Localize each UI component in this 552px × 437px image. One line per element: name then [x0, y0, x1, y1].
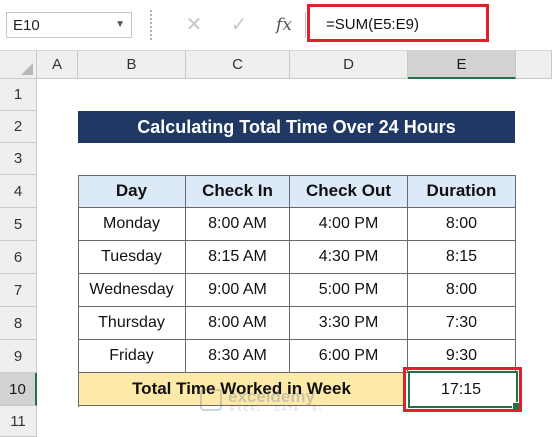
- row-header-9[interactable]: 9: [0, 340, 37, 373]
- row-header-4[interactable]: 4: [0, 175, 37, 208]
- watermark-name: exceldemy: [228, 387, 315, 406]
- cell-check-out[interactable]: 4:30 PM: [290, 241, 408, 274]
- chevron-down-icon[interactable]: ▼: [115, 19, 125, 30]
- row-header-3[interactable]: 3: [0, 143, 37, 175]
- cancel-icon[interactable]: ✕: [180, 10, 208, 40]
- cell-duration[interactable]: 7:30: [408, 307, 516, 340]
- cell-duration[interactable]: 8:15: [408, 241, 516, 274]
- column-header-e[interactable]: E: [408, 51, 516, 79]
- header-check-in[interactable]: Check In: [186, 175, 290, 208]
- cell-check-in[interactable]: 9:00 AM: [186, 274, 290, 307]
- cell-duration[interactable]: 8:00: [408, 208, 516, 241]
- enter-icon[interactable]: ✓: [225, 10, 253, 40]
- insert-function-icon[interactable]: fx: [270, 10, 298, 40]
- header-duration[interactable]: Duration: [408, 175, 516, 208]
- cell-check-in[interactable]: 8:00 AM: [186, 208, 290, 241]
- cell-check-in[interactable]: 8:15 AM: [186, 241, 290, 274]
- column-header-f[interactable]: [516, 51, 552, 79]
- name-box-value: E10: [13, 17, 40, 34]
- cell-check-in[interactable]: 8:00 AM: [186, 307, 290, 340]
- row-header-8[interactable]: 8: [0, 307, 37, 340]
- name-box[interactable]: E10 ▼: [6, 12, 132, 38]
- cell-check-out[interactable]: 3:30 PM: [290, 307, 408, 340]
- column-header-c[interactable]: C: [186, 51, 290, 79]
- cell-check-out[interactable]: 6:00 PM: [290, 340, 408, 373]
- row-header-7[interactable]: 7: [0, 274, 37, 307]
- row-header-1[interactable]: 1: [0, 79, 37, 111]
- cell-highlight-box: [403, 367, 522, 412]
- formula-bar-grip[interactable]: [150, 10, 152, 40]
- cell-check-out[interactable]: 5:00 PM: [290, 274, 408, 307]
- watermark: exceldemy EXCEL · DATA · BI: [200, 387, 370, 417]
- banner-title: Calculating Total Time Over 24 Hours: [78, 111, 515, 143]
- cell-day[interactable]: Monday: [78, 208, 186, 241]
- header-check-out[interactable]: Check Out: [290, 175, 408, 208]
- spreadsheet-grid: A B C D E 1 2 3 4 5 6 7 8 9 10 11 Calcul…: [0, 51, 552, 437]
- select-all-icon: [21, 63, 33, 75]
- column-header-a[interactable]: A: [37, 51, 78, 79]
- cell-day[interactable]: Friday: [78, 340, 186, 373]
- cell-duration[interactable]: 8:00: [408, 274, 516, 307]
- formula-bar: E10 ▼ ✕ ✓ fx =SUM(E5:E9): [0, 0, 552, 51]
- cell-day[interactable]: Tuesday: [78, 241, 186, 274]
- formula-highlight-box: [307, 4, 489, 42]
- header-day[interactable]: Day: [78, 175, 186, 208]
- watermark-tagline: EXCEL · DATA · BI: [230, 406, 323, 413]
- row-header-2[interactable]: 2: [0, 111, 37, 143]
- row-header-11[interactable]: 11: [0, 406, 37, 437]
- exceldemy-logo-icon: [200, 389, 222, 411]
- row-header-6[interactable]: 6: [0, 241, 37, 274]
- column-header-d[interactable]: D: [290, 51, 408, 79]
- cell-day[interactable]: Thursday: [78, 307, 186, 340]
- row-header-10[interactable]: 10: [0, 373, 37, 406]
- row-header-5[interactable]: 5: [0, 208, 37, 241]
- cell-day[interactable]: Wednesday: [78, 274, 186, 307]
- select-all-button[interactable]: [0, 51, 37, 79]
- cell-check-out[interactable]: 4:00 PM: [290, 208, 408, 241]
- column-header-b[interactable]: B: [78, 51, 186, 79]
- cell-check-in[interactable]: 8:30 AM: [186, 340, 290, 373]
